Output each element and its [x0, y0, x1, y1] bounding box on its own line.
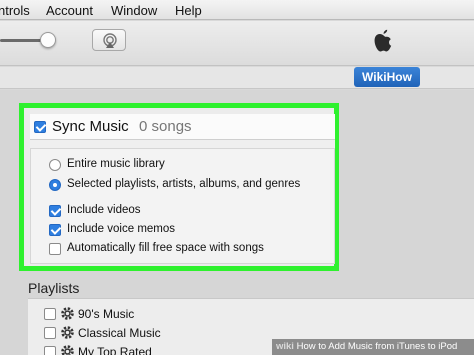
playlist-checkbox[interactable] — [44, 327, 56, 339]
include-videos-checkbox[interactable] — [49, 205, 61, 217]
gear-icon — [61, 307, 74, 320]
playlist-checkbox[interactable] — [44, 308, 56, 320]
apple-logo-icon — [374, 29, 392, 52]
include-videos-label: Include videos — [67, 204, 141, 216]
sync-music-count: 0 songs — [139, 118, 192, 135]
include-voice-memos-label: Include voice memos — [67, 223, 176, 235]
sync-music-checkbox[interactable] — [34, 121, 46, 133]
device-button[interactable]: WikiHow — [354, 67, 420, 87]
sync-music-title: Sync Music — [52, 118, 129, 135]
playlist-item[interactable]: 90's Music — [28, 305, 328, 323]
gear-icon — [61, 345, 74, 355]
sync-music-highlight: Sync Music 0 songs Entire music library … — [19, 103, 339, 271]
menu-account[interactable]: Account — [46, 3, 93, 18]
playlist-name: Classical Music — [78, 326, 161, 340]
menu-controls[interactable]: ntrols — [0, 3, 30, 18]
airplay-icon — [103, 33, 117, 48]
gear-icon — [61, 326, 74, 339]
entire-library-radio[interactable] — [49, 159, 61, 171]
airplay-button[interactable] — [92, 29, 126, 51]
entire-library-label: Entire music library — [67, 158, 165, 170]
sync-music-panel: Sync Music 0 songs Entire music library … — [30, 114, 335, 264]
playlists-heading: Playlists — [28, 280, 80, 296]
volume-slider-knob[interactable] — [40, 32, 56, 48]
selected-playlists-label: Selected playlists, artists, albums, and… — [67, 178, 301, 190]
sync-options-panel: Entire music library Selected playlists,… — [30, 148, 335, 264]
watermark-logo: wiki — [276, 341, 294, 352]
sync-music-header: Sync Music 0 songs — [30, 114, 335, 140]
watermark-text: How to Add Music from iTunes to iPod — [296, 341, 458, 352]
playlist-name: My Top Rated — [78, 345, 152, 355]
menu-bar: ntrols Account Window Help — [0, 0, 474, 20]
toolbar — [0, 21, 474, 66]
include-voice-memos-checkbox[interactable] — [49, 224, 61, 236]
menu-help[interactable]: Help — [175, 3, 202, 18]
selected-playlists-radio[interactable] — [49, 179, 61, 191]
autofill-label: Automatically fill free space with songs — [67, 242, 264, 254]
watermark: wiki How to Add Music from iTunes to iPo… — [272, 339, 474, 355]
playlist-checkbox[interactable] — [44, 346, 56, 355]
autofill-checkbox[interactable] — [49, 243, 61, 255]
menu-window[interactable]: Window — [111, 3, 157, 18]
playlist-name: 90's Music — [78, 307, 135, 321]
